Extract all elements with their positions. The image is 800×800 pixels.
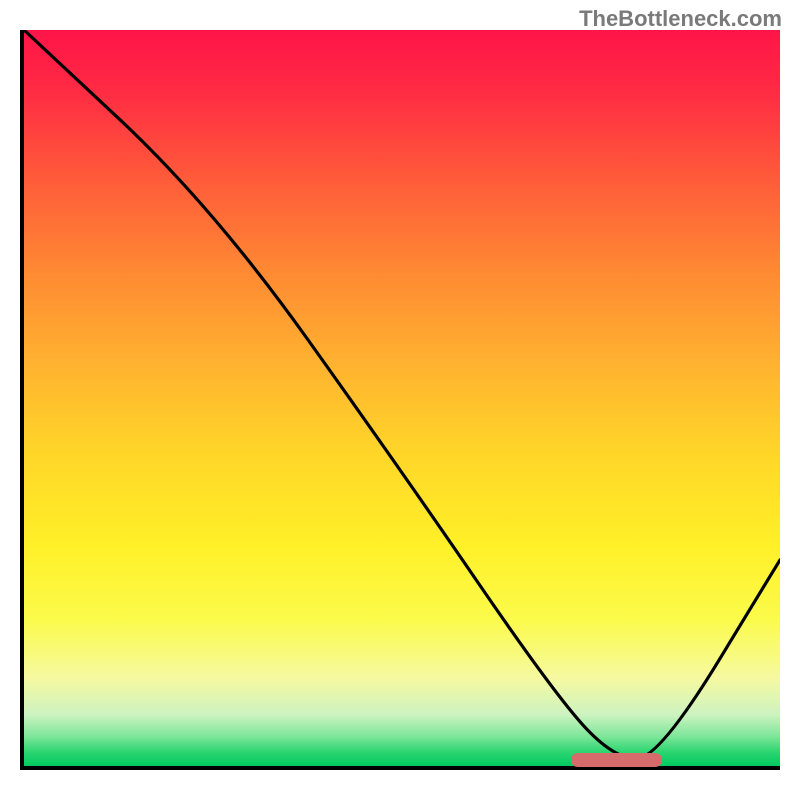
optimal-marker <box>571 753 662 767</box>
bottleneck-curve <box>24 30 780 759</box>
plot-area <box>20 30 780 770</box>
watermark-text: TheBottleneck.com <box>579 6 782 32</box>
curve-svg <box>24 30 780 766</box>
